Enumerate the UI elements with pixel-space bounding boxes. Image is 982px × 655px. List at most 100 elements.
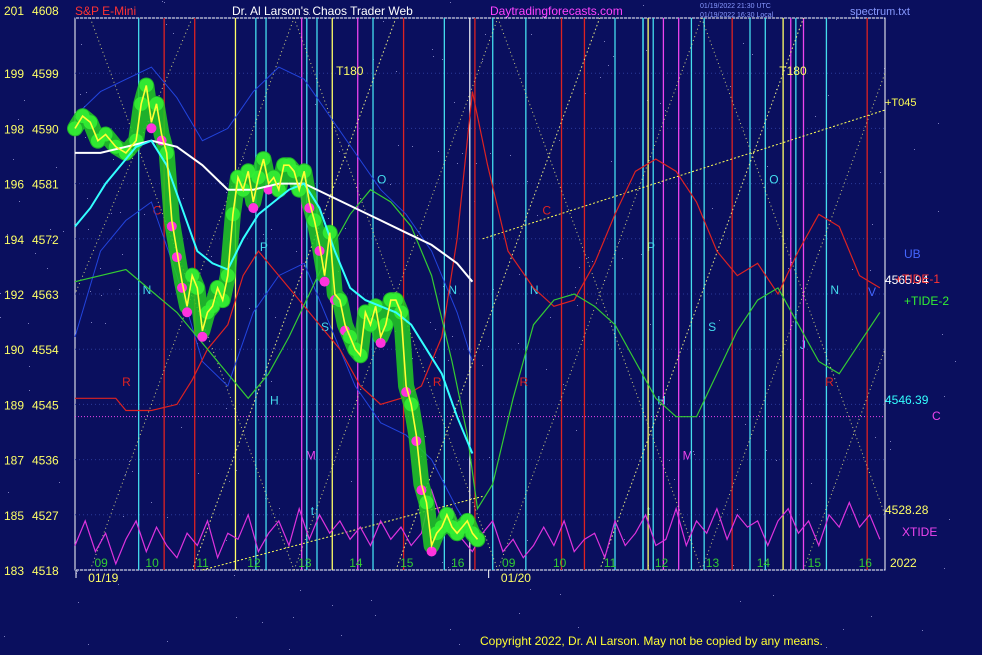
star (559, 140, 560, 141)
price-dot (182, 307, 193, 318)
star (293, 617, 294, 618)
star (608, 65, 609, 66)
star (398, 145, 399, 146)
star (531, 34, 532, 35)
x-hour-tick: 12 (247, 556, 261, 570)
star (519, 274, 520, 275)
star (518, 343, 519, 344)
star (435, 357, 436, 358)
v-label: V (868, 285, 876, 299)
x-hour-tick: 15 (808, 556, 822, 570)
star (345, 228, 346, 229)
star (674, 479, 675, 480)
star (665, 110, 666, 111)
star (332, 605, 333, 606)
star (226, 408, 227, 409)
planet-label: R (122, 375, 131, 389)
star (459, 644, 460, 645)
star (660, 183, 661, 184)
star (129, 461, 130, 462)
star (144, 214, 145, 215)
star (226, 192, 227, 193)
star (88, 229, 89, 230)
y-tick-price: 4527 (32, 509, 59, 523)
y-tick-price: 4572 (32, 233, 59, 247)
star (425, 436, 426, 437)
y-tick-price: 4518 (32, 564, 59, 578)
chart-title: Dr. Al Larson's Chaos Trader Web (232, 4, 413, 18)
x-hour-tick: 13 (706, 556, 720, 570)
star (81, 44, 82, 45)
star (833, 488, 834, 489)
star (938, 211, 939, 212)
star (279, 508, 280, 509)
star (85, 137, 86, 138)
star (375, 615, 376, 616)
y-tick-left: 190 (4, 343, 24, 357)
star (351, 481, 352, 482)
x-hour-tick: 10 (553, 556, 567, 570)
star (766, 450, 767, 451)
star (624, 539, 625, 540)
star (577, 305, 578, 306)
star (550, 317, 551, 318)
star (646, 50, 647, 51)
x-hour-tick: 11 (604, 556, 617, 570)
star (527, 181, 528, 182)
star (111, 213, 112, 214)
y-tick-price: 4545 (32, 398, 59, 412)
star (560, 594, 561, 595)
star (576, 430, 577, 431)
x-hour-tick: 09 (94, 556, 108, 570)
star (328, 218, 329, 219)
star (660, 103, 661, 104)
star (383, 21, 384, 22)
star (955, 361, 956, 362)
star (592, 261, 593, 262)
star (132, 471, 133, 472)
header-top-tick: 201 4608 (4, 4, 59, 18)
star (489, 457, 490, 458)
planet-label: R (825, 375, 834, 389)
star (234, 575, 235, 576)
y-tick-left: 199 (4, 67, 24, 81)
price-dot (319, 276, 330, 287)
star (47, 268, 48, 269)
price-label-3: 4528.28 (885, 503, 929, 517)
star (730, 86, 731, 87)
star (890, 449, 891, 450)
star (105, 323, 106, 324)
x-date-label: 01/19 (88, 571, 118, 585)
star (482, 61, 483, 62)
star (800, 399, 801, 400)
star (315, 104, 316, 105)
planet-label: O (769, 173, 778, 187)
star (56, 167, 57, 168)
star (669, 420, 670, 421)
star (872, 224, 873, 225)
star (164, 2, 165, 3)
star (77, 571, 78, 572)
star (530, 589, 531, 590)
star (871, 616, 872, 617)
x-hour-tick: 13 (298, 556, 312, 570)
t045-label: +T045 (885, 97, 917, 109)
star (944, 568, 945, 569)
y-tick-left: 192 (4, 288, 24, 302)
tide1-label: +TIDE-1 (895, 272, 940, 286)
star (29, 390, 30, 391)
star (938, 123, 939, 124)
star (120, 212, 121, 213)
star (173, 33, 174, 34)
star (236, 470, 237, 471)
star (448, 567, 449, 568)
star (123, 516, 124, 517)
star (734, 416, 735, 417)
star (575, 287, 576, 288)
star (183, 198, 184, 199)
star (125, 474, 126, 475)
star (63, 231, 64, 232)
star (433, 56, 434, 57)
site-link[interactable]: Daytradingforecasts.com (490, 4, 623, 18)
star (249, 308, 250, 309)
